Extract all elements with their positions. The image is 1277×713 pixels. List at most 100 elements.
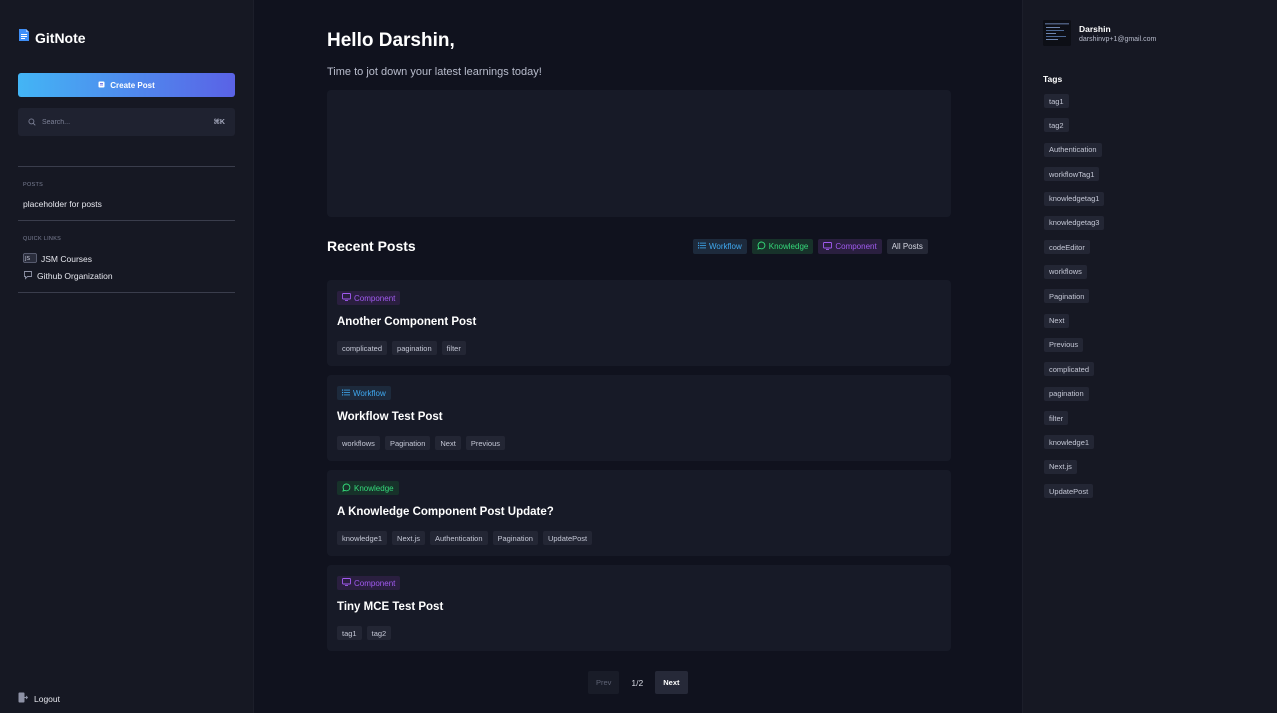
quick-link-jsm-courses[interactable]: JS JSM Courses — [23, 253, 92, 265]
logout-label: Logout — [34, 693, 60, 704]
app-name: GitNote — [35, 29, 86, 46]
quick-links-label: QUICK LINKS — [23, 236, 62, 242]
quick-link-label: JSM Courses — [41, 254, 93, 264]
search-input[interactable] — [42, 118, 208, 126]
tag-item[interactable]: Previous — [1044, 337, 1084, 352]
app-logo[interactable]: GitNote — [18, 28, 86, 47]
post-title[interactable]: Another Component Post — [337, 316, 476, 328]
create-post-label: Create Post — [110, 80, 155, 90]
monitor-icon — [823, 241, 833, 252]
logout-icon — [18, 692, 29, 705]
post-title[interactable]: Tiny MCE Test Post — [337, 601, 443, 613]
filter-knowledge[interactable]: Knowledge — [751, 239, 814, 254]
post-type-label: Component — [354, 578, 396, 588]
sidebar-divider — [18, 166, 235, 167]
search-icon — [28, 113, 36, 131]
post-type-badge: Component — [337, 291, 401, 305]
post-title[interactable]: A Knowledge Component Post Update? — [337, 506, 554, 518]
chat-bubble-icon — [342, 483, 351, 494]
post-tag[interactable]: tag1 — [337, 626, 362, 640]
right-sidebar: Darshin darshinvp+1@gmail.com Tags tag1 … — [1022, 0, 1277, 713]
filter-label: Knowledge — [768, 242, 809, 251]
tag-item[interactable]: Next — [1044, 313, 1070, 328]
create-post-button[interactable]: Create Post — [18, 73, 235, 97]
post-tag[interactable]: UpdatePost — [542, 531, 593, 545]
tag-item[interactable]: pagination — [1044, 386, 1089, 401]
tag-item[interactable]: knowledge1 — [1044, 435, 1095, 450]
sidebar-divider — [18, 220, 235, 221]
post-type-badge: Knowledge — [337, 481, 399, 495]
post-tag[interactable]: workflows — [337, 436, 380, 450]
tag-item[interactable]: knowledgetag1 — [1044, 191, 1105, 206]
greeting-subtitle: Time to jot down your latest learnings t… — [327, 66, 542, 78]
left-sidebar: GitNote Create Post ⌘K POSTS placeholder… — [0, 0, 254, 713]
next-page-button[interactable]: Next — [655, 671, 688, 694]
post-type-label: Workflow — [353, 388, 386, 398]
post-tag[interactable]: tag2 — [366, 626, 392, 640]
filter-label: All Posts — [891, 242, 923, 251]
tag-item[interactable]: codeEditor — [1044, 240, 1090, 255]
search-box[interactable]: ⌘K — [18, 108, 235, 136]
tag-item[interactable]: complicated — [1044, 362, 1095, 377]
post-tags: knowledge1 Next.js Authentication Pagina… — [337, 531, 593, 545]
tag-item[interactable]: filter — [1044, 411, 1069, 426]
posts-section-label: POSTS — [23, 182, 44, 188]
prev-page-button[interactable]: Prev — [588, 671, 620, 694]
tag-item[interactable]: tag1 — [1044, 94, 1069, 108]
post-card[interactable]: Workflow Workflow Test Post workflows Pa… — [327, 375, 951, 461]
list-icon — [342, 389, 350, 398]
list-icon — [698, 242, 706, 251]
post-type-label: Knowledge — [354, 483, 394, 493]
post-type-badge: Workflow — [337, 386, 391, 400]
jsm-icon: JS — [23, 253, 37, 265]
post-tag[interactable]: pagination — [392, 341, 437, 355]
post-tag[interactable]: Pagination — [384, 436, 431, 450]
filter-label: Workflow — [709, 242, 742, 251]
post-tag[interactable]: Next — [435, 436, 461, 450]
github-icon — [23, 270, 33, 282]
monitor-icon — [342, 293, 351, 303]
tags-title: Tags — [1043, 74, 1063, 84]
post-tag[interactable]: knowledge1 — [337, 531, 388, 545]
filter-workflow[interactable]: Workflow — [693, 239, 747, 254]
chat-bubble-icon — [757, 241, 766, 252]
post-tag[interactable]: Next.js — [392, 531, 425, 545]
quick-link-github-organization[interactable]: Github Organization — [23, 270, 113, 282]
post-tag[interactable]: filter — [441, 341, 466, 355]
post-tag[interactable]: Authentication — [429, 531, 488, 545]
post-card[interactable]: Component Tiny MCE Test Post tag1 tag2 — [327, 565, 951, 651]
post-type-filters: Workflow Knowledge Component All Posts — [693, 239, 928, 254]
post-tags: tag1 tag2 — [337, 626, 392, 640]
posts-placeholder: placeholder for posts — [23, 199, 102, 209]
tag-item[interactable]: workflows — [1044, 264, 1087, 279]
tag-item[interactable]: workflowTag1 — [1044, 167, 1100, 182]
tag-item[interactable]: Next.js — [1044, 459, 1077, 474]
tag-item[interactable]: Authentication — [1044, 142, 1102, 157]
post-tags: complicated pagination filter — [337, 341, 466, 355]
tag-item[interactable]: knowledgetag3 — [1044, 215, 1105, 230]
contribution-panel — [327, 90, 951, 217]
filter-component[interactable]: Component — [818, 239, 882, 254]
monitor-icon — [342, 578, 351, 588]
post-tags: workflows Pagination Next Previous — [337, 436, 505, 450]
user-name: Darshin — [1079, 24, 1111, 34]
pagination: Prev 1/2 Next — [588, 671, 688, 694]
post-card[interactable]: Component Another Component Post complic… — [327, 280, 951, 366]
avatar[interactable] — [1043, 20, 1071, 46]
tag-list: tag1 tag2 Authentication workflowTag1 kn… — [1044, 94, 1105, 499]
greeting: Hello Darshin, — [327, 30, 455, 51]
logout-button[interactable]: Logout — [18, 692, 60, 705]
tag-item[interactable]: tag2 — [1044, 118, 1069, 133]
post-tag[interactable]: complicated — [337, 341, 388, 355]
tag-item[interactable]: UpdatePost — [1044, 484, 1094, 499]
tag-item[interactable]: Pagination — [1044, 289, 1090, 304]
user-email: darshinvp+1@gmail.com — [1079, 36, 1157, 43]
search-shortcut: ⌘K — [213, 119, 225, 126]
post-card[interactable]: Knowledge A Knowledge Component Post Upd… — [327, 470, 951, 556]
post-tag[interactable]: Pagination — [492, 531, 538, 545]
post-type-label: Component — [354, 293, 396, 303]
filter-all-posts[interactable]: All Posts — [886, 239, 928, 254]
post-tag[interactable]: Previous — [465, 436, 505, 450]
post-title[interactable]: Workflow Test Post — [337, 411, 443, 423]
svg-text:JS: JS — [24, 256, 31, 262]
